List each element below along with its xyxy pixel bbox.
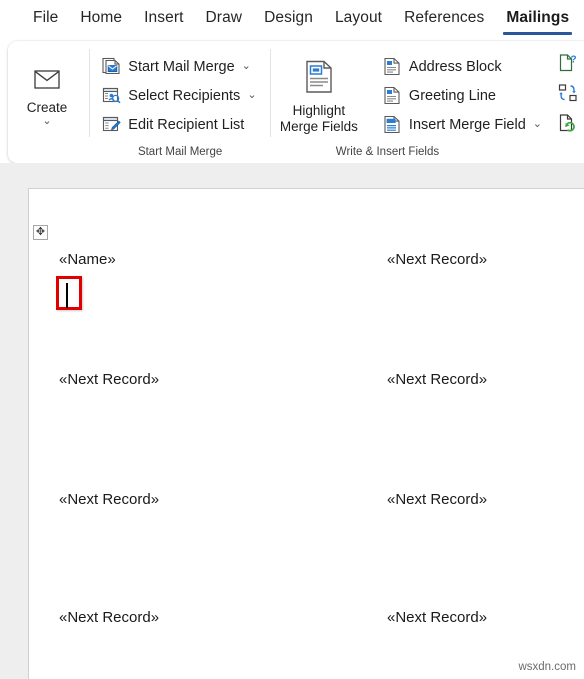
ribbon-group-title-start-mail-merge: Start Mail Merge <box>137 146 223 158</box>
ribbon-group-write-insert-fields: Highlight Merge Fields Address Block Gre… <box>271 41 584 163</box>
edit-recipient-list-button[interactable]: Edit Recipient List <box>96 110 262 139</box>
tab-insert[interactable]: Insert <box>133 7 194 36</box>
chevron-down-icon[interactable]: ⌄ <box>42 116 51 127</box>
chevron-down-icon[interactable]: ⌄ <box>533 119 542 130</box>
ribbon-group-start-mail-merge: Start Mail Merge ⌄ Select Recipients ⌄ E… <box>90 41 270 163</box>
insert-merge-field-label: Insert Merge Field <box>408 116 526 133</box>
insert-merge-field-button[interactable]: Insert Merge Field ⌄ <box>377 110 548 139</box>
tab-references[interactable]: References <box>393 7 495 36</box>
text-caret <box>66 283 68 308</box>
ribbon: Create ⌄ Start Mail Merge ⌄ Select Recip… <box>8 41 584 163</box>
highlight-merge-fields-button[interactable]: Highlight Merge Fields <box>271 52 367 136</box>
start-mail-merge-icon <box>102 57 121 76</box>
create-button-label: Create <box>26 100 68 115</box>
highlight-merge-fields-label-line1: Highlight <box>292 102 346 118</box>
select-recipients-button[interactable]: Select Recipients ⌄ <box>96 81 262 110</box>
tab-design[interactable]: Design <box>253 7 324 36</box>
select-recipients-label: Select Recipients <box>128 87 241 104</box>
next-record-field[interactable]: «Next Record» <box>59 491 159 508</box>
rules-icon: ? <box>558 53 578 78</box>
address-block-button[interactable]: Address Block <box>377 52 548 81</box>
greeting-line-label: Greeting Line <box>408 87 496 104</box>
greeting-line-icon <box>383 86 402 105</box>
envelope-icon <box>34 64 60 94</box>
ribbon-group-title-write-insert-fields: Write & Insert Fields <box>335 146 440 158</box>
edit-recipient-list-label: Edit Recipient List <box>128 116 245 133</box>
word-window: File Home Insert Draw Design Layout Refe… <box>0 0 584 679</box>
document-canvas: ✥ «Name» «Next Record» «Next Record» «Ne… <box>0 163 584 679</box>
ribbon-group-create: Create ⌄ <box>8 41 89 163</box>
svg-text:?: ? <box>571 55 577 66</box>
edit-recipient-list-icon <box>102 115 121 134</box>
next-record-field[interactable]: «Next Record» <box>59 371 159 388</box>
chevron-down-icon[interactable]: ⌄ <box>242 61 251 72</box>
merge-field-name[interactable]: «Name» <box>59 251 116 268</box>
address-block-icon <box>383 57 402 76</box>
match-fields-button[interactable] <box>554 82 582 110</box>
next-record-field[interactable]: «Next Record» <box>59 609 159 626</box>
start-mail-merge-button[interactable]: Start Mail Merge ⌄ <box>96 52 262 81</box>
update-labels-icon <box>558 113 578 138</box>
cursor-highlight-box <box>56 276 82 310</box>
tab-layout[interactable]: Layout <box>324 7 393 36</box>
next-record-field[interactable]: «Next Record» <box>387 251 487 268</box>
next-record-field[interactable]: «Next Record» <box>387 491 487 508</box>
document-page[interactable]: ✥ «Name» «Next Record» «Next Record» «Ne… <box>28 188 584 679</box>
create-button[interactable]: Create ⌄ <box>8 60 86 127</box>
greeting-line-button[interactable]: Greeting Line <box>377 81 548 110</box>
highlight-merge-fields-icon <box>303 60 335 99</box>
ribbon-tab-bar: File Home Insert Draw Design Layout Refe… <box>0 0 584 42</box>
write-insert-icon-column: ? <box>552 48 584 140</box>
table-move-handle[interactable]: ✥ <box>33 225 48 240</box>
insert-merge-field-icon <box>383 115 402 134</box>
match-fields-icon <box>558 83 578 108</box>
next-record-field[interactable]: «Next Record» <box>387 371 487 388</box>
chevron-down-icon[interactable]: ⌄ <box>247 90 256 101</box>
tab-draw[interactable]: Draw <box>195 7 254 36</box>
update-labels-button[interactable] <box>554 112 582 140</box>
rules-button[interactable]: ? <box>554 52 582 80</box>
tab-mailings[interactable]: Mailings <box>495 7 580 36</box>
highlight-merge-fields-label: Highlight Merge Fields <box>280 103 358 136</box>
watermark: wsxdn.com <box>518 661 576 673</box>
tab-file[interactable]: File <box>22 7 69 36</box>
highlight-merge-fields-label-line2: Merge Fields <box>279 119 358 134</box>
select-recipients-icon <box>102 86 121 105</box>
tab-home[interactable]: Home <box>69 7 133 36</box>
address-block-label: Address Block <box>408 58 502 75</box>
next-record-field[interactable]: «Next Record» <box>387 609 487 626</box>
start-mail-merge-label: Start Mail Merge <box>128 58 235 75</box>
